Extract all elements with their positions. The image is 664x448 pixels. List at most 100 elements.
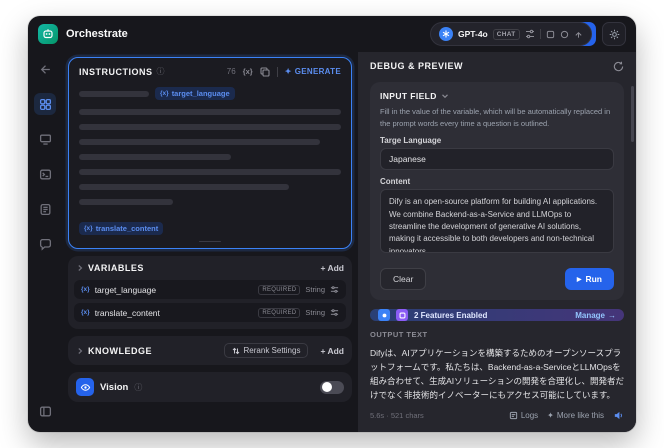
logs-label: Logs — [520, 411, 539, 421]
variables-title: VARIABLES — [88, 263, 144, 273]
chevron-right-icon[interactable] — [76, 264, 84, 272]
feature-icon — [396, 309, 408, 322]
model-option-icon[interactable] — [560, 30, 569, 39]
vision-icon — [76, 378, 94, 396]
variable-row[interactable]: {x} translate_content REQUIRED String — [74, 303, 346, 322]
page-title: Orchestrate — [66, 28, 128, 40]
model-name: GPT-4o — [458, 29, 488, 39]
content-textarea[interactable]: Dify is an open-source platform for buil… — [380, 189, 614, 254]
robot-icon — [43, 29, 53, 39]
variable-icon: {x} — [84, 225, 93, 232]
sidebar-item-api-access[interactable] — [34, 163, 56, 185]
variable-icon: {x} — [160, 90, 169, 97]
back-button[interactable] — [34, 58, 56, 80]
skeleton-line — [79, 124, 341, 130]
copy-button[interactable] — [260, 66, 270, 77]
run-label: Run — [585, 274, 602, 285]
orchestrate-panel: INSTRUCTIONS ⓘ 76 {x} ✦ GENERATE {x} tar… — [62, 52, 358, 432]
required-badge: REQUIRED — [258, 307, 301, 318]
sidebar-rail — [28, 52, 62, 432]
input-field-card: INPUT FIELD Fill in the value of the var… — [370, 82, 624, 301]
chat-bubble-icon — [39, 238, 51, 251]
add-variable-button[interactable]: + Add — [320, 263, 344, 273]
sidebar-item-preview[interactable] — [34, 128, 56, 150]
logs-icon — [40, 203, 50, 215]
more-like-this-button[interactable]: ✦ More like this — [547, 411, 604, 420]
app-icon[interactable] — [38, 24, 58, 44]
sidebar-item-logs[interactable] — [34, 198, 56, 220]
prompt-editor-body[interactable]: {x} target_language {x} translate_conten… — [79, 77, 341, 235]
panel-collapse-icon — [39, 406, 51, 416]
chevron-right-icon[interactable] — [76, 347, 84, 355]
skeleton-line — [79, 109, 341, 115]
knowledge-title: KNOWLEDGE — [88, 345, 152, 356]
prompt-variable-token[interactable]: {x} target_language — [155, 87, 235, 100]
instructions-editor[interactable]: INSTRUCTIONS ⓘ 76 {x} ✦ GENERATE {x} tar… — [68, 57, 352, 249]
variable-name: target_language — [94, 284, 157, 295]
vision-label: Vision — [100, 381, 129, 393]
variables-section: VARIABLES + Add {x} target_language REQU… — [68, 256, 352, 329]
features-enabled-label: 2 Features Enabled — [414, 310, 488, 320]
input-field-title: INPUT FIELD — [380, 91, 437, 101]
rerank-settings-button[interactable]: Rerank Settings — [223, 343, 309, 358]
model-option-icon[interactable] — [546, 30, 555, 39]
prompt-variable-token[interactable]: {x} translate_content — [79, 222, 164, 235]
vision-toggle[interactable] — [320, 380, 344, 394]
speaker-icon — [614, 412, 622, 420]
skeleton-line — [79, 184, 289, 190]
skeleton-line — [79, 139, 321, 145]
target-language-select[interactable]: Japanese — [380, 148, 614, 171]
char-count: 76 — [226, 67, 236, 76]
settings-button[interactable] — [602, 22, 626, 46]
edit-variable-button[interactable] — [330, 285, 339, 294]
target-language-label: Targe Language — [380, 136, 442, 146]
app-header: Orchestrate GPT-4o CHAT Publish — [28, 16, 636, 52]
resize-handle[interactable] — [199, 241, 221, 242]
toggle-knob — [321, 382, 332, 392]
logs-button[interactable]: Logs — [509, 411, 538, 420]
debug-preview-panel: DEBUG & PREVIEW INPUT FIELD Fill in the … — [358, 52, 636, 432]
sparkle-icon: ✦ — [547, 411, 554, 421]
vision-section: Vision ⓘ — [68, 372, 352, 402]
clear-button[interactable]: Clear — [380, 268, 427, 291]
logs-icon — [509, 412, 517, 420]
features-bar: 2 Features Enabled Manage → — [370, 309, 624, 322]
collapse-sidebar-button[interactable] — [34, 400, 56, 422]
terminal-icon — [39, 169, 51, 179]
arrow-right-icon: → — [608, 310, 616, 320]
model-selector[interactable]: GPT-4o CHAT — [430, 22, 592, 46]
divider — [539, 29, 541, 39]
variable-name: translate_content — [95, 224, 159, 233]
edit-variable-button[interactable] — [330, 308, 339, 317]
insert-variable-button[interactable]: {x} — [243, 67, 253, 76]
text-to-speech-button[interactable] — [613, 410, 624, 421]
variable-name: translate_content — [94, 307, 160, 318]
variable-icon: {x} — [81, 309, 90, 316]
scrollbar[interactable] — [631, 86, 634, 142]
instructions-title: INSTRUCTIONS — [79, 66, 153, 77]
skeleton-line — [79, 199, 174, 205]
sidebar-item-orchestrate[interactable] — [34, 93, 56, 115]
input-field-header[interactable]: INPUT FIELD — [380, 91, 614, 101]
model-option-icon[interactable] — [574, 30, 583, 39]
output-text-title: OUTPUT TEXT — [370, 330, 428, 340]
sliders-icon[interactable] — [525, 29, 535, 39]
refresh-button[interactable] — [613, 61, 624, 72]
add-knowledge-button[interactable]: + Add — [320, 346, 344, 356]
output-text: Difyは、AIアプリケーションを構築するためのオープンソースプラットフォームで… — [370, 348, 624, 401]
skeleton-line — [79, 90, 149, 97]
refresh-icon — [613, 61, 624, 71]
sidebar-item-annotations[interactable] — [34, 233, 56, 255]
run-button[interactable]: ▶ Run — [564, 268, 614, 291]
info-icon: ⓘ — [156, 67, 165, 76]
skeleton-line — [79, 154, 231, 160]
debug-title: DEBUG & PREVIEW — [370, 61, 464, 71]
monitor-icon — [39, 134, 51, 145]
output-stats: 5.6s · 521 chars — [370, 411, 424, 421]
back-icon — [40, 64, 50, 74]
generate-button[interactable]: ✦ GENERATE — [285, 67, 341, 76]
copy-icon — [260, 66, 270, 77]
variable-row[interactable]: {x} target_language REQUIRED String — [74, 280, 346, 299]
manage-features-button[interactable]: Manage → — [575, 311, 616, 320]
chat-mode-badge: CHAT — [492, 28, 520, 40]
